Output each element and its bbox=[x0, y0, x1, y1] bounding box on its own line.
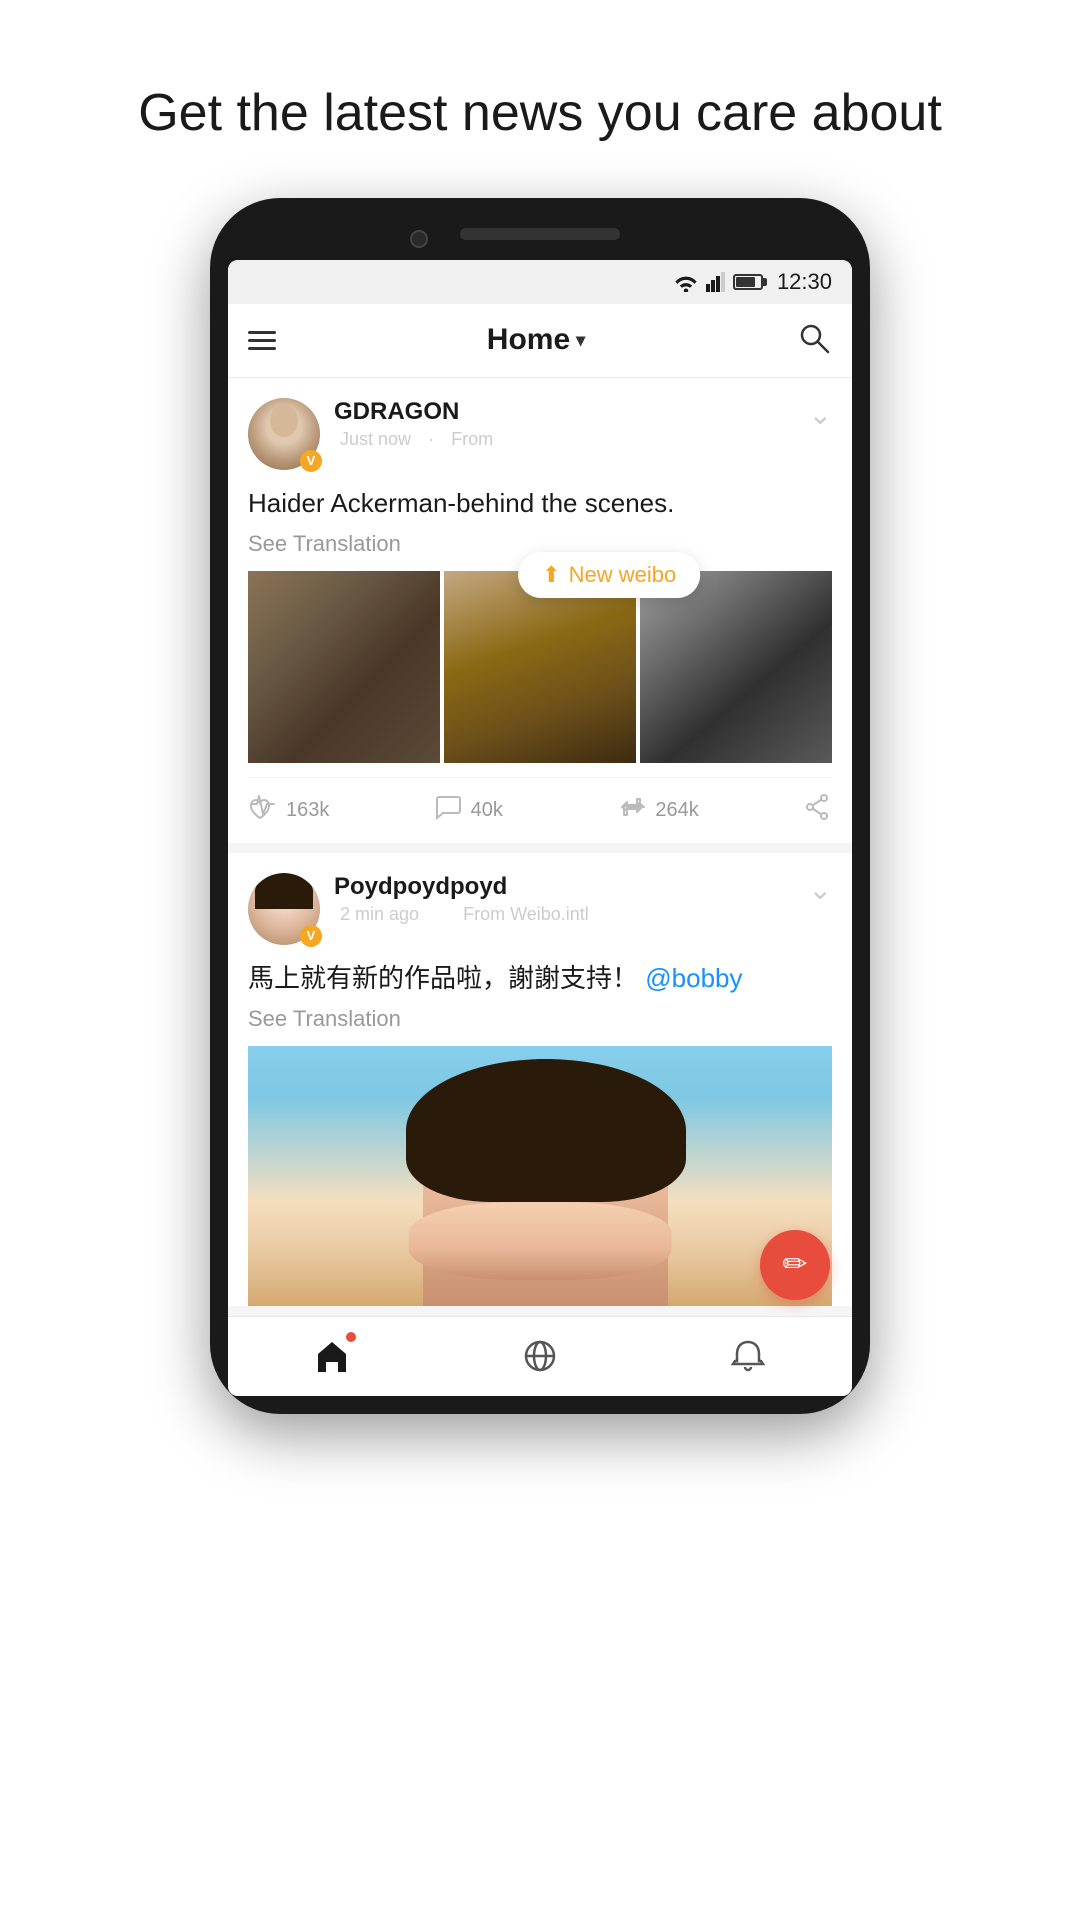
new-weibo-toast[interactable]: ⬆ New weibo bbox=[518, 552, 700, 598]
explore-icon bbox=[520, 1336, 560, 1376]
post-time: 2 min ago bbox=[340, 904, 419, 924]
signal-icon bbox=[705, 272, 727, 292]
status-icons: 12:30 bbox=[673, 269, 832, 295]
home-icon bbox=[312, 1336, 352, 1376]
share-icon bbox=[802, 792, 832, 829]
post-image-single bbox=[248, 1046, 832, 1306]
post-image-1 bbox=[248, 571, 440, 763]
repost-button[interactable]: 264k bbox=[617, 792, 802, 829]
post-card: V Poydpoydpoyd 2 min ago From Weibo.intl… bbox=[228, 853, 852, 1306]
post-text: 馬上就有新的作品啦，謝謝支持！ bbox=[248, 963, 638, 993]
status-bar: 12:30 bbox=[228, 260, 852, 304]
comment-button[interactable]: 40k bbox=[433, 792, 618, 829]
avatar-container: V bbox=[248, 398, 320, 470]
new-weibo-arrow-icon: ⬆ bbox=[542, 562, 560, 588]
post-source: From Weibo.intl bbox=[463, 904, 589, 924]
bottom-nav bbox=[228, 1316, 852, 1396]
post-username: Poydpoydpoyd bbox=[334, 873, 809, 901]
avatar-container: V bbox=[248, 873, 320, 945]
post-image-2 bbox=[444, 571, 636, 763]
dropdown-arrow-icon[interactable]: ▾ bbox=[576, 330, 585, 351]
compose-icon: ✏ bbox=[782, 1247, 807, 1282]
verified-badge: V bbox=[300, 450, 322, 472]
see-translation-button[interactable]: See Translation bbox=[248, 1006, 832, 1032]
home-notification-dot bbox=[346, 1332, 356, 1342]
battery-icon bbox=[733, 274, 763, 290]
app-bar-title: Home ▾ bbox=[276, 323, 796, 357]
post-image-3 bbox=[640, 571, 832, 763]
comment-icon bbox=[433, 792, 463, 829]
post-chevron-icon[interactable]: ⌄ bbox=[809, 873, 832, 906]
home-title-label: Home bbox=[487, 323, 570, 357]
post-source: From bbox=[451, 429, 493, 449]
feed-container: ⬆ New weibo V GDRAGON Just now bbox=[228, 378, 852, 1396]
verified-badge: V bbox=[300, 925, 322, 947]
post-content: Haider Ackerman-behind the scenes. bbox=[248, 484, 832, 523]
nav-notifications[interactable] bbox=[728, 1336, 768, 1376]
status-time: 12:30 bbox=[777, 269, 832, 295]
action-bar: 163k 40k bbox=[248, 777, 832, 843]
compose-fab-button[interactable]: ✏ bbox=[760, 1230, 830, 1300]
post-time: Just now bbox=[340, 429, 411, 449]
post-content: 馬上就有新的作品啦，謝謝支持！ @bobby bbox=[248, 959, 832, 998]
post-header: V Poydpoydpoyd 2 min ago From Weibo.intl… bbox=[248, 873, 832, 945]
like-icon bbox=[248, 792, 278, 829]
post-meta: GDRAGON Just now · From bbox=[334, 398, 809, 450]
repost-count: 264k bbox=[655, 799, 698, 822]
page-headline: Get the latest news you care about bbox=[138, 80, 942, 148]
repost-icon bbox=[617, 792, 647, 829]
post-card: V GDRAGON Just now · From ⌄ Haider Acker… bbox=[228, 378, 852, 843]
hamburger-menu-icon[interactable] bbox=[248, 331, 276, 350]
search-icon bbox=[796, 320, 832, 356]
post-info: 2 min ago From Weibo.intl bbox=[334, 904, 809, 925]
like-button[interactable]: 163k bbox=[248, 792, 433, 829]
post-username: GDRAGON bbox=[334, 398, 809, 426]
nav-explore[interactable] bbox=[520, 1336, 560, 1376]
phone-speaker bbox=[460, 228, 620, 240]
share-button[interactable] bbox=[802, 792, 832, 829]
wifi-icon bbox=[673, 272, 699, 292]
phone-screen: 12:30 Home ▾ ⬆ bbox=[228, 260, 852, 1396]
post-info: Just now · From bbox=[334, 429, 809, 450]
post-chevron-icon[interactable]: ⌄ bbox=[809, 398, 832, 431]
post-header: V GDRAGON Just now · From ⌄ bbox=[248, 398, 832, 470]
phone-camera bbox=[410, 230, 428, 248]
new-weibo-label: New weibo bbox=[569, 562, 677, 588]
post-image-grid bbox=[248, 571, 832, 763]
post-mention[interactable]: @bobby bbox=[645, 963, 742, 993]
phone-device: 12:30 Home ▾ ⬆ bbox=[210, 198, 870, 1414]
app-bar: Home ▾ bbox=[228, 304, 852, 378]
bell-icon bbox=[728, 1336, 768, 1376]
search-button[interactable] bbox=[796, 320, 832, 361]
post-meta: Poydpoydpoyd 2 min ago From Weibo.intl bbox=[334, 873, 809, 925]
comment-count: 40k bbox=[471, 799, 503, 822]
nav-home[interactable] bbox=[312, 1336, 352, 1376]
like-count: 163k bbox=[286, 799, 329, 822]
